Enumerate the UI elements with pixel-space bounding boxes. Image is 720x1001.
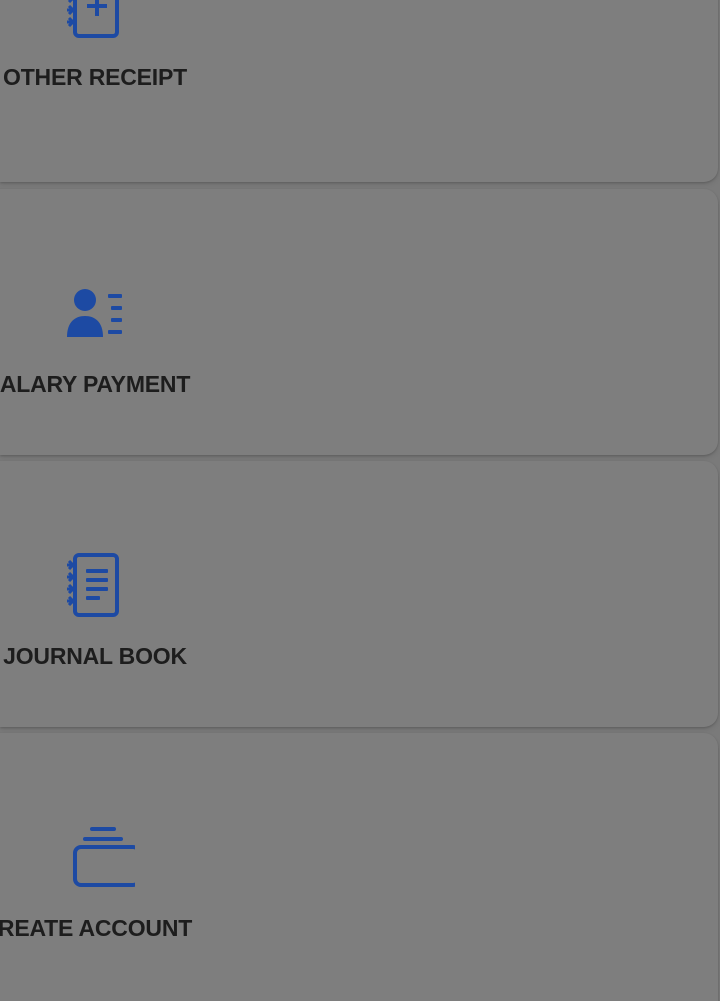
menu-card-journal-book[interactable]: JOURNAL BOOK: [0, 461, 718, 727]
notebook-plus-icon: [55, 0, 135, 46]
notebook-lines-icon: [55, 545, 135, 625]
menu-card-label: REATE ACCOUNT: [0, 915, 193, 941]
menu-card-label: JOURNAL BOOK: [3, 643, 187, 669]
menu-card-label: OTHER RECEIPT: [3, 64, 187, 90]
card-stack-icon: [55, 817, 135, 897]
menu-card-salary-payment[interactable]: ALARY PAYMENT: [0, 189, 718, 455]
menu-card-other-receipt[interactable]: OTHER RECEIPT: [0, 0, 718, 182]
user-list-icon: [55, 273, 135, 353]
menu-card-label: ALARY PAYMENT: [0, 371, 191, 397]
menu-card-create-account[interactable]: REATE ACCOUNT: [0, 733, 718, 1001]
menu-screen: OTHER RECEIPT ALARY PAYMENT JOURNAL BOOK…: [0, 0, 720, 1001]
